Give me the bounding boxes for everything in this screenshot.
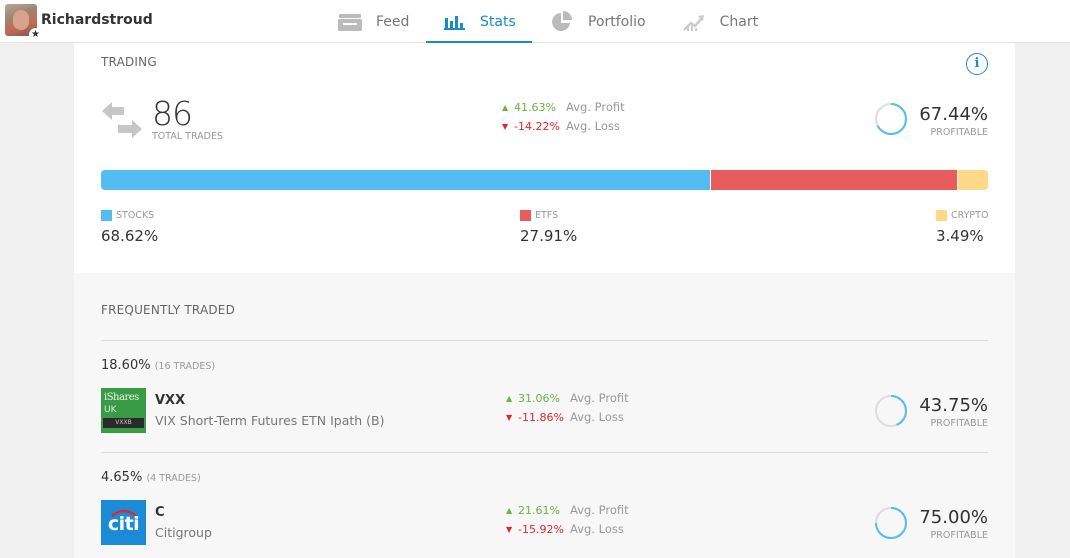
crypto-label: CRYPTO xyxy=(951,209,989,221)
allocation-segment-crypto xyxy=(957,170,988,190)
item-avg-pl: ▲ 31.06% Avg. Profit ▼ -11.86% Avg. Loss xyxy=(506,389,629,427)
trading-avg-pl: ▲ 41.63% Avg. Profit ▼ -14.22% Avg. Loss xyxy=(502,98,625,136)
crypto-swatch xyxy=(936,209,947,221)
tab-feed-label: Feed xyxy=(376,13,410,30)
profitable-value: 75.00% xyxy=(919,507,988,528)
trading-card: TRADING i 86 TOTAL TRADES ▲ 41.63% Avg. … xyxy=(74,43,1015,273)
legend-stocks: STOCKS 68.62% xyxy=(101,209,158,245)
avg-loss-value: -14.22% xyxy=(514,120,560,133)
avatar[interactable]: ★ xyxy=(5,4,42,41)
chart-icon xyxy=(682,12,706,32)
trades-count: (4 TRADES) xyxy=(146,473,201,484)
avg-profit-label: Avg. Profit xyxy=(570,503,629,517)
arrow-up-icon: ▲ xyxy=(502,103,509,112)
tab-portfolio-label: Portfolio xyxy=(588,13,646,30)
arrow-up-icon: ▲ xyxy=(506,506,513,515)
allocation-segment-stocks xyxy=(101,170,710,190)
etfs-label: ETFS xyxy=(535,209,559,221)
arrow-down-icon: ▼ xyxy=(502,122,509,131)
ticker[interactable]: VXX xyxy=(155,393,185,408)
profitable-value: 67.44% xyxy=(919,104,988,125)
divider xyxy=(101,452,988,453)
stats-icon xyxy=(444,12,466,32)
arrow-down-icon: ▼ xyxy=(506,413,513,422)
avg-loss-value: -15.92% xyxy=(518,523,564,536)
profitable-label: PROFITABLE xyxy=(930,418,988,429)
stocks-value: 68.62% xyxy=(101,227,159,245)
stocks-swatch xyxy=(101,209,112,221)
avg-profit-label: Avg. Profit xyxy=(566,100,625,114)
trades-arrows-icon xyxy=(102,102,142,138)
frequently-traded-section: FREQUENTLY TRADED 18.60% (16 TRADES) iSh… xyxy=(74,273,1015,558)
tab-feed[interactable]: Feed xyxy=(320,0,426,43)
avg-loss-label: Avg. Loss xyxy=(566,119,620,133)
profitable-ring xyxy=(875,103,907,135)
avg-profit-value: 31.06% xyxy=(518,392,560,405)
share-value: 4.65% xyxy=(101,470,143,485)
portfolio-icon xyxy=(550,10,574,32)
trading-title: TRADING xyxy=(101,55,157,69)
arrow-down-icon: ▼ xyxy=(506,525,513,534)
instrument-name: Citigroup xyxy=(155,525,212,540)
legend-etfs: ETFS 27.91% xyxy=(520,209,577,245)
username[interactable]: Richardstroud xyxy=(41,12,153,28)
avg-profit-row: ▲ 41.63% Avg. Profit xyxy=(502,98,625,117)
tab-portfolio[interactable]: Portfolio xyxy=(532,0,664,43)
share-value: 18.60% xyxy=(101,358,151,373)
item-avg-pl: ▲ 21.61% Avg. Profit ▼ -15.92% Avg. Loss xyxy=(506,501,629,539)
divider xyxy=(101,340,988,341)
avg-profit-value: 21.61% xyxy=(518,504,560,517)
feed-icon xyxy=(338,12,362,32)
arrow-up-icon: ▲ xyxy=(506,394,513,403)
profitable-value: 43.75% xyxy=(919,395,988,416)
star-icon: ★ xyxy=(29,28,42,41)
main-nav: Feed Stats Portfolio Chart xyxy=(320,0,776,44)
tab-chart[interactable]: Chart xyxy=(664,0,776,43)
total-trades-value: 86 xyxy=(152,94,193,133)
share-line: 4.65% (4 TRADES) xyxy=(101,470,201,485)
logo-line3: VXXB xyxy=(103,418,144,428)
allocation-segment-etfs xyxy=(709,170,958,190)
share-line: 18.60% (16 TRADES) xyxy=(101,358,215,373)
avg-loss-value: -11.86% xyxy=(518,411,564,424)
tab-chart-label: Chart xyxy=(719,13,759,30)
avg-loss-label: Avg. Loss xyxy=(570,410,624,424)
user-profile[interactable]: ★ Richardstroud xyxy=(5,4,153,41)
avg-loss-row: ▼ -14.22% Avg. Loss xyxy=(502,117,625,136)
profitable-ring xyxy=(875,507,907,539)
etfs-swatch xyxy=(520,209,531,221)
instrument-name: VIX Short-Term Futures ETN Ipath (B) xyxy=(155,413,385,428)
logo-text: citi xyxy=(107,513,140,535)
profitable-label: PROFITABLE xyxy=(930,530,988,541)
top-bar: ★ Richardstroud Feed Stats Portfolio Cha… xyxy=(0,0,1070,44)
profitable-ring xyxy=(875,395,907,427)
tab-stats-label: Stats xyxy=(480,13,516,30)
trades-count: (16 TRADES) xyxy=(154,361,216,372)
ticker[interactable]: C xyxy=(155,505,165,520)
vxx-logo[interactable]: iShares UK VXXB xyxy=(101,388,146,433)
crypto-value: 3.49% xyxy=(936,227,984,245)
avg-profit-label: Avg. Profit xyxy=(570,391,629,405)
avatar-face xyxy=(13,10,29,30)
etfs-value: 27.91% xyxy=(520,227,578,245)
logo-line2: UK xyxy=(104,405,117,415)
citi-logo[interactable]: citi xyxy=(101,500,146,545)
tab-stats[interactable]: Stats xyxy=(426,0,532,44)
total-trades-label: TOTAL TRADES xyxy=(152,131,224,142)
info-icon[interactable]: i xyxy=(966,53,988,75)
avg-profit-value: 41.63% xyxy=(514,101,556,114)
stocks-label: STOCKS xyxy=(116,209,155,221)
allocation-bar xyxy=(101,170,988,190)
profitable-label: PROFITABLE xyxy=(930,127,988,138)
logo-line1: iShares xyxy=(104,392,139,403)
avg-loss-label: Avg. Loss xyxy=(570,522,624,536)
legend-crypto: CRYPTO 3.49% xyxy=(936,209,988,245)
frequently-traded-title: FREQUENTLY TRADED xyxy=(101,303,236,317)
